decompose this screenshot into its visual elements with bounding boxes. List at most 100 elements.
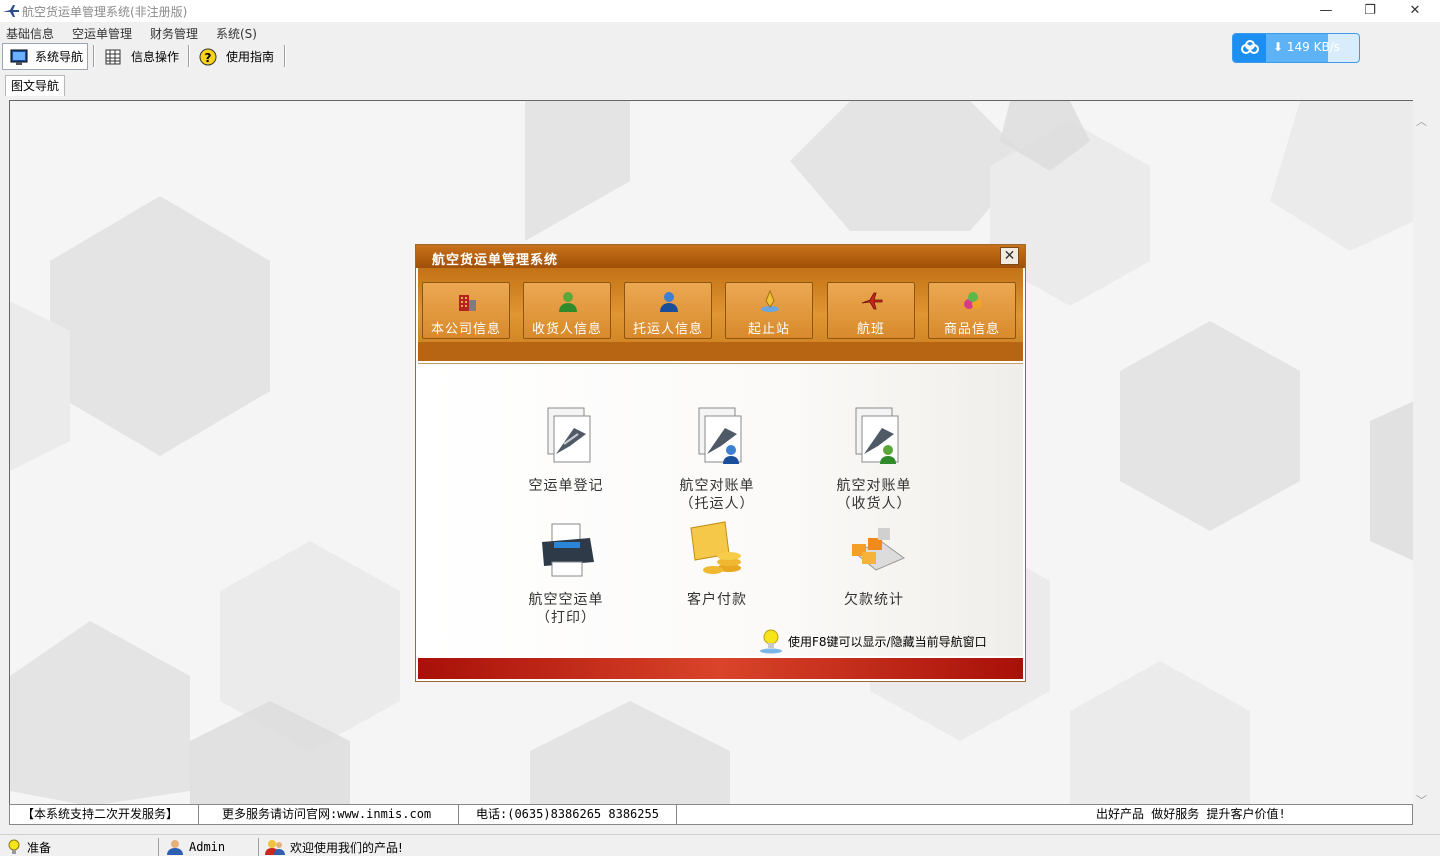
nav-label: 航空空运单 <box>528 592 604 608</box>
dialog-title-bar[interactable]: 航空货运单管理系统 ✕ <box>416 245 1025 268</box>
user-green-icon <box>559 292 577 312</box>
consignee-statement-item[interactable]: 航空对账单 （收货人） <box>814 404 934 513</box>
goods-info-button[interactable]: 商品信息 <box>928 282 1016 339</box>
band-lower-strip <box>418 342 1023 361</box>
dialog-close-button[interactable]: ✕ <box>1000 247 1019 265</box>
phone-text: 电话:(0635)8386265 8386255 <box>476 807 659 821</box>
info-divider <box>198 805 199 824</box>
window-title: 航空货运单管理系统(非注册版) <box>22 5 188 19</box>
airplane-icon <box>861 292 883 310</box>
status-divider <box>158 838 159 856</box>
navigation-dialog: 航空货运单管理系统 ✕ 本公司信息 收货人信息 托运人信息 起止站 航班 商品信… <box>415 244 1026 682</box>
shipper-info-button[interactable]: 托运人信息 <box>624 282 712 339</box>
dialog-top-band: 本公司信息 收货人信息 托运人信息 起止站 航班 商品信息 <box>418 268 1023 363</box>
menu-bar: 基础信息 空运单管理 财务管理 系统(S) <box>0 22 1440 42</box>
stations-button[interactable]: 起止站 <box>725 282 813 339</box>
download-speed-widget[interactable]: ⬇ 149 KB/s <box>1232 33 1360 63</box>
tool-system-nav-button[interactable]: 系统导航 <box>2 43 88 70</box>
nav-label: 欠款统计 <box>844 592 904 608</box>
goods-icon <box>964 292 982 309</box>
tile-label: 托运人信息 <box>632 322 703 337</box>
users-icon <box>265 840 285 855</box>
dialog-footer-bar <box>418 658 1023 679</box>
boxes-icon <box>852 528 906 571</box>
close-window-button[interactable]: ✕ <box>1392 0 1438 22</box>
status-ready: 准备 <box>6 838 51 856</box>
status-welcome-text: 欢迎使用我们的产品! <box>290 840 403 855</box>
tile-label: 本公司信息 <box>430 322 501 337</box>
menu-finance[interactable]: 财务管理 <box>150 25 198 42</box>
cloud-icon <box>1233 34 1266 62</box>
minimize-button[interactable]: — <box>1303 0 1349 22</box>
toolbar: 系统导航 信息操作 ? 使用指南 <box>0 42 1440 71</box>
vertical-scrollbar[interactable]: ︿ ﹀ <box>1413 100 1430 825</box>
nav-sublabel: （打印） <box>536 610 596 626</box>
website-text: 更多服务请访问官网:www.inmis.com <box>222 807 432 821</box>
toolbar-divider <box>93 45 95 67</box>
document-plane-user-icon <box>855 407 899 464</box>
status-ready-text: 准备 <box>27 840 52 855</box>
user-icon <box>167 840 183 855</box>
menu-basic-info[interactable]: 基础信息 <box>6 25 54 42</box>
customer-payment-item[interactable]: 客户付款 <box>657 518 777 609</box>
menu-waybill[interactable]: 空运单管理 <box>72 25 132 42</box>
nav-sublabel: （收货人） <box>836 496 912 512</box>
lightbulb-icon <box>760 629 782 654</box>
monitor-icon <box>10 49 28 65</box>
speed-text: 149 KB/s <box>1286 40 1341 54</box>
tile-label: 商品信息 <box>943 322 1000 337</box>
tool-guide-button[interactable]: ? 使用指南 <box>196 43 280 70</box>
tool-label: 系统导航 <box>35 50 84 64</box>
hint-text: 使用F8键可以显示/隐藏当前导航窗口 <box>788 634 987 649</box>
building-icon <box>459 295 476 311</box>
company-info-button[interactable]: 本公司信息 <box>422 282 510 339</box>
waybill-register-item[interactable]: 空运单登记 <box>506 404 626 495</box>
lightbulb-icon <box>8 839 20 854</box>
airplane-app-icon <box>3 5 19 17</box>
document-plane-icon <box>547 407 591 463</box>
waybill-print-item[interactable]: 航空空运单 （打印） <box>506 518 626 627</box>
help-icon: ? <box>199 48 217 65</box>
f8-hint: 使用F8键可以显示/隐藏当前导航窗口 <box>758 628 987 654</box>
tile-label: 起止站 <box>747 322 790 337</box>
printer-icon <box>542 523 594 577</box>
arrears-statistics-item[interactable]: 欠款统计 <box>814 518 934 609</box>
scroll-up-arrow-icon[interactable]: ︿ <box>1413 113 1430 130</box>
tile-label: 收货人信息 <box>531 322 602 337</box>
title-bar: 航空货运单管理系统(非注册版) — ❐ ✕ <box>0 0 1440 22</box>
info-divider <box>676 805 677 824</box>
restore-button[interactable]: ❐ <box>1347 0 1393 22</box>
tab-strip: 图文导航 <box>0 71 1440 96</box>
tile-label: 航班 <box>856 322 885 337</box>
coins-icon <box>690 521 741 574</box>
scroll-down-arrow-icon[interactable]: ﹀ <box>1413 792 1430 809</box>
dialog-body: 空运单登记 航空对账单 （托运人） 航空对账单 （收货人） 航空空运单 （打印）… <box>418 363 1023 656</box>
svg-text:?: ? <box>205 51 212 65</box>
info-divider <box>458 805 459 824</box>
nav-sublabel: （托运人） <box>679 496 755 512</box>
tool-info-ops-button[interactable]: 信息操作 <box>100 43 184 70</box>
menu-system[interactable]: 系统(S) <box>216 25 257 42</box>
info-row: 【本系统支持二次开发服务】 更多服务请访问官网:www.inmis.com 电话… <box>9 804 1413 825</box>
toolbar-divider <box>188 45 190 67</box>
status-user: Admin <box>166 838 225 856</box>
flights-button[interactable]: 航班 <box>827 282 915 339</box>
tool-label: 使用指南 <box>226 50 275 64</box>
support-text: 【本系统支持二次开发服务】 <box>22 807 179 821</box>
nav-label: 客户付款 <box>687 592 747 608</box>
shipper-statement-item[interactable]: 航空对账单 （托运人） <box>657 404 777 513</box>
status-bar: 准备 Admin 欢迎使用我们的产品! <box>0 834 1440 856</box>
tool-label: 信息操作 <box>131 50 180 64</box>
nav-label: 航空对账单 <box>836 478 912 494</box>
grid-icon <box>105 49 121 64</box>
consignee-info-button[interactable]: 收货人信息 <box>523 282 611 339</box>
arrow-down-icon: ⬇ <box>1273 40 1284 54</box>
document-plane-user-icon <box>698 407 742 464</box>
status-divider <box>258 838 259 856</box>
speed-value: ⬇ 149 KB/s <box>1273 40 1340 54</box>
slogan-text: 出好产品 做好服务 提升客户价值! <box>1096 807 1286 821</box>
tab-graphic-nav[interactable]: 图文导航 <box>5 75 65 96</box>
toolbar-divider <box>284 45 286 67</box>
dialog-title: 航空货运单管理系统 <box>432 253 559 268</box>
status-welcome: 欢迎使用我们的产品! <box>265 838 403 856</box>
